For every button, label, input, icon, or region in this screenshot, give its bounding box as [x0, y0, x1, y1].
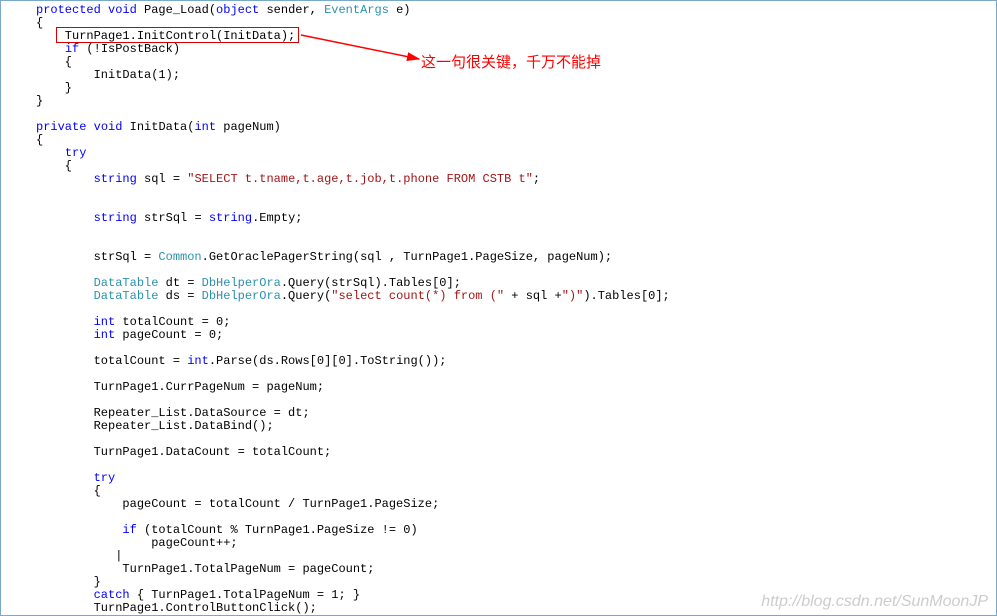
t — [36, 146, 65, 160]
t — [36, 315, 94, 329]
t: { — [36, 159, 72, 173]
kw-string: string — [94, 211, 137, 225]
t — [36, 211, 94, 225]
t — [36, 471, 94, 485]
t: totalCount = — [36, 354, 187, 368]
kw-int: int — [94, 315, 116, 329]
t: (!IsPostBack) — [79, 42, 180, 56]
t: + sql + — [504, 289, 562, 303]
kw-void: void — [108, 3, 137, 17]
type-dbhelper: DbHelperOra — [202, 276, 281, 290]
t — [36, 42, 65, 56]
t: sender, — [259, 3, 324, 17]
kw-try: try — [94, 471, 116, 485]
t — [36, 172, 94, 186]
str: ")" — [562, 289, 584, 303]
t: } — [36, 81, 72, 95]
t: { — [36, 133, 43, 147]
t: ds = — [158, 289, 201, 303]
t — [36, 588, 94, 602]
kw-try: try — [65, 146, 87, 160]
t: dt = — [158, 276, 201, 290]
t: TurnPage1.ControlButtonClick(); — [36, 601, 317, 615]
t: { — [36, 16, 43, 30]
t: { — [36, 55, 72, 69]
kw-string: string — [94, 172, 137, 186]
type-dbhelper: DbHelperOra — [202, 289, 281, 303]
t: TurnPage1.TotalPageNum = pageCount; — [36, 562, 374, 576]
kw-string: string — [209, 211, 252, 225]
kw-protected: protected — [36, 3, 101, 17]
t: ).Tables[0]; — [583, 289, 669, 303]
t: { TurnPage1.TotalPageNum = 1; } — [130, 588, 360, 602]
t: InitData( — [122, 120, 194, 134]
kw-catch: catch — [94, 588, 130, 602]
t: .Query(strSql).Tables[0]; — [281, 276, 461, 290]
t — [36, 328, 94, 342]
t — [36, 523, 122, 537]
t: pageNum) — [216, 120, 281, 134]
type-datatable: DataTable — [94, 289, 159, 303]
t: } — [36, 575, 101, 589]
type-datatable: DataTable — [94, 276, 159, 290]
t: | — [36, 549, 122, 563]
kw-int: int — [187, 354, 209, 368]
sql-string: "SELECT t.tname,t.age,t.job,t.phone FROM… — [187, 172, 533, 186]
t: sql = — [137, 172, 187, 186]
t: pageCount++; — [36, 536, 238, 550]
kw-if: if — [122, 523, 136, 537]
t: TurnPage1.DataCount = totalCount; — [36, 445, 331, 459]
t: strSql = — [36, 250, 158, 264]
init-control-line: TurnPage1.InitControl(InitData); — [36, 29, 295, 43]
t: Page_Load( — [137, 3, 216, 17]
t: InitData(1); — [36, 68, 180, 82]
t: ; — [533, 172, 540, 186]
kw-object: object — [216, 3, 259, 17]
type-common: Common — [158, 250, 201, 264]
kw-int: int — [94, 328, 116, 342]
kw-private: private — [36, 120, 86, 134]
t: Repeater_List.DataBind(); — [36, 419, 274, 433]
kw-void: void — [94, 120, 123, 134]
t: .GetOraclePagerString(sql , TurnPage1.Pa… — [202, 250, 612, 264]
t: e) — [389, 3, 411, 17]
annotation-text: 这一句很关键，千万不能掉 — [421, 51, 601, 72]
kw-int: int — [194, 120, 216, 134]
code-container: protected void Page_Load(object sender, … — [0, 0, 997, 616]
t: .Query( — [281, 289, 331, 303]
t — [36, 289, 94, 303]
t: (totalCount % TurnPage1.PageSize != 0) — [137, 523, 418, 537]
type-eventargs: EventArgs — [324, 3, 389, 17]
t: strSql = — [137, 211, 209, 225]
t: { — [36, 484, 101, 498]
code-block: protected void Page_Load(object sender, … — [4, 4, 993, 615]
t: totalCount = 0; — [115, 315, 230, 329]
t: .Parse(ds.Rows[0][0].ToString()); — [209, 354, 447, 368]
t: TurnPage1.CurrPageNum = pageNum; — [36, 380, 324, 394]
str: "select count(*) from (" — [331, 289, 504, 303]
t: } — [36, 94, 43, 108]
watermark-text: http://blog.csdn.net/SunMoonJP — [761, 593, 988, 611]
t — [36, 276, 94, 290]
t: pageCount = 0; — [115, 328, 223, 342]
t: pageCount = totalCount / TurnPage1.PageS… — [36, 497, 439, 511]
t: Repeater_List.DataSource = dt; — [36, 406, 310, 420]
kw-if: if — [65, 42, 79, 56]
t: .Empty; — [252, 211, 302, 225]
